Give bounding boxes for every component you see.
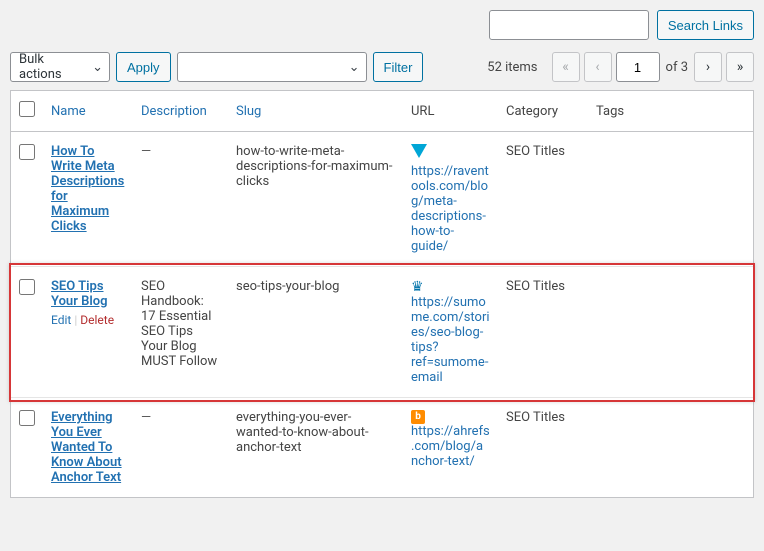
row-tags [588, 398, 753, 498]
prev-page-button[interactable]: ‹ [584, 52, 612, 82]
row-url-link[interactable]: https://ahrefs.com/blog/anchor-text/ [411, 424, 490, 469]
favicon-icon [411, 144, 427, 158]
filter-select[interactable]: ⌄ [177, 52, 367, 82]
row-tags [588, 132, 753, 267]
col-header-description[interactable]: Description [141, 104, 207, 119]
filter-toolbar: Bulk actions ⌄ Apply ⌄ Filter 52 items «… [10, 52, 754, 82]
search-links-button[interactable]: Search Links [657, 10, 754, 40]
row-name-link[interactable]: Everything You Ever Wanted To Know About… [51, 410, 122, 485]
row-checkbox[interactable] [19, 410, 35, 426]
row-checkbox[interactable] [19, 144, 35, 160]
row-url-link[interactable]: https://raventools.com/blog/meta-descrip… [411, 164, 489, 254]
delete-link[interactable]: Delete [80, 313, 114, 327]
items-count: 52 items [487, 60, 537, 75]
chevron-down-icon: ⌄ [349, 60, 360, 75]
row-slug: seo-tips-your-blog [228, 267, 403, 398]
last-page-button[interactable]: » [726, 52, 754, 82]
row-name-link[interactable]: How To Write Meta Descriptions for Maxim… [51, 144, 124, 234]
next-page-button[interactable]: › [694, 52, 722, 82]
separator: | [74, 313, 77, 327]
table-row: SEO Tips Your Blog Edit|Delete SEO Handboo… [11, 267, 753, 398]
search-input[interactable] [489, 10, 649, 40]
row-description: — [133, 398, 228, 498]
row-actions: Edit|Delete [51, 313, 125, 327]
row-category: SEO Titles [498, 398, 588, 498]
table-row: How To Write Meta Descriptions for Maxim… [11, 132, 753, 267]
links-table: Name Description Slug URL Category Tags … [11, 91, 753, 497]
select-all-checkbox[interactable] [19, 101, 35, 117]
row-tags [588, 267, 753, 398]
col-header-category: Category [498, 91, 588, 132]
pagination: « ‹ of 3 › » [552, 52, 754, 82]
row-description: — [133, 132, 228, 267]
row-category: SEO Titles [498, 267, 588, 398]
page-container: Search Links Bulk actions ⌄ Apply ⌄ Filt… [10, 10, 754, 498]
bulk-actions-select[interactable]: Bulk actions ⌄ [10, 52, 110, 82]
crown-icon: ♛ [411, 279, 490, 295]
apply-button[interactable]: Apply [116, 52, 171, 82]
favicon-icon: b [411, 410, 425, 424]
row-checkbox[interactable] [19, 279, 35, 295]
links-table-panel: Name Description Slug URL Category Tags … [10, 90, 754, 498]
table-row: Everything You Ever Wanted To Know About… [11, 398, 753, 498]
row-slug: how-to-write-meta-descriptions-for-maxim… [228, 132, 403, 267]
col-header-url: URL [403, 91, 498, 132]
search-toolbar: Search Links [10, 10, 754, 40]
row-category: SEO Titles [498, 132, 588, 267]
table-header-row: Name Description Slug URL Category Tags [11, 91, 753, 132]
of-pages-label: of 3 [666, 60, 688, 75]
page-number-input[interactable] [616, 52, 660, 82]
edit-link[interactable]: Edit [51, 313, 71, 327]
col-header-name[interactable]: Name [51, 104, 86, 119]
filter-button[interactable]: Filter [373, 52, 424, 82]
bulk-actions-label: Bulk actions [19, 52, 85, 82]
row-name-link[interactable]: SEO Tips Your Blog [51, 279, 107, 309]
chevron-down-icon: ⌄ [92, 60, 103, 75]
row-slug: everything-you-ever-wanted-to-know-about… [228, 398, 403, 498]
col-header-tags: Tags [588, 91, 753, 132]
row-url-link[interactable]: https://sumome.com/stories/seo-blog-tips… [411, 295, 490, 385]
row-description: SEO Handbook: 17 Essential SEO Tips Your… [133, 267, 228, 398]
first-page-button[interactable]: « [552, 52, 580, 82]
col-header-slug[interactable]: Slug [236, 104, 261, 119]
